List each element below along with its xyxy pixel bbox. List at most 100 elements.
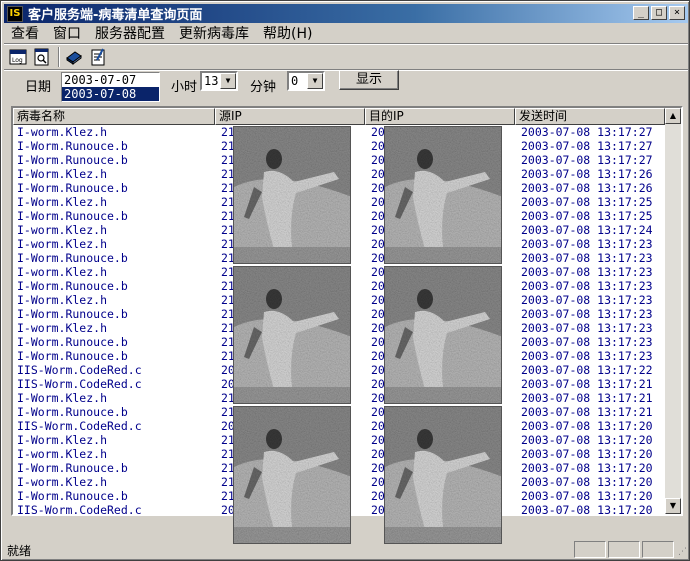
cell-send-time: 2003-07-08 13:17:23 — [521, 237, 653, 251]
overlay-photo — [384, 266, 502, 404]
cell-send-time: 2003-07-08 13:17:26 — [521, 181, 653, 195]
cell-virus-name: I-Worm.Runouce.b — [17, 461, 128, 475]
cell-virus-name: I-Worm.Runouce.b — [17, 489, 128, 503]
cell-send-time: 2003-07-08 13:17:20 — [521, 489, 653, 503]
cell-virus-name: I-Worm.Klez.h — [17, 433, 108, 447]
cell-send-time: 2003-07-08 13:17:20 — [521, 419, 653, 433]
menu-view[interactable]: 查看 — [4, 23, 46, 43]
menu-update-virus-db[interactable]: 更新病毒库 — [172, 23, 256, 43]
chevron-down-icon[interactable]: ▼ — [307, 73, 323, 89]
cell-virus-name: I-Worm.Runouce.b — [17, 279, 128, 293]
cell-send-time: 2003-07-08 13:17:23 — [521, 321, 653, 335]
hour-value: 13 — [204, 74, 219, 88]
status-text: 就绪 — [7, 544, 32, 558]
menu-window[interactable]: 窗口 — [46, 23, 88, 43]
overlay-photo — [384, 126, 502, 264]
chevron-down-icon[interactable]: ▼ — [220, 73, 236, 89]
cell-virus-name: I-worm.Klez.h — [17, 447, 108, 461]
cell-send-time: 2003-07-08 13:17:27 — [521, 153, 653, 167]
toolbar-divider — [58, 47, 60, 67]
hour-label: 小时 — [171, 80, 198, 95]
cell-virus-name: I-worm.Klez.h — [17, 265, 108, 279]
log-icon[interactable]: Log — [7, 46, 29, 68]
cell-send-time: 2003-07-08 13:17:23 — [521, 307, 653, 321]
date-listbox[interactable]: 2003-07-07 2003-07-08 — [61, 72, 160, 102]
cell-virus-name: IIS-Worm.CodeRed.c — [17, 377, 142, 391]
notepad-icon[interactable] — [87, 46, 109, 68]
date-option[interactable]: 2003-07-07 — [62, 73, 159, 87]
overlay-photo — [384, 406, 502, 544]
status-panel — [574, 541, 606, 558]
menu-bar: 查看 窗口 服务器配置 更新病毒库 帮助(H) — [4, 23, 688, 43]
cell-send-time: 2003-07-08 13:17:23 — [521, 349, 653, 363]
column-header-virus-name[interactable]: 病毒名称 — [13, 108, 215, 125]
minute-value: 0 — [291, 74, 299, 88]
cell-virus-name: I-worm.Klez.h — [17, 321, 108, 335]
cell-virus-name: I-Worm.Klez.h — [17, 391, 108, 405]
cell-send-time: 2003-07-08 13:17:22 — [521, 363, 653, 377]
cell-virus-name: I-worm.Klez.h — [17, 223, 108, 237]
book-icon[interactable] — [63, 46, 85, 68]
close-button[interactable]: × — [669, 6, 685, 20]
cell-virus-name: IIS-Worm.CodeRed.c — [17, 503, 142, 516]
search-doc-icon[interactable] — [31, 46, 53, 68]
cell-virus-name: I-Worm.Runouce.b — [17, 405, 128, 419]
cell-send-time: 2003-07-08 13:17:24 — [521, 223, 653, 237]
cell-virus-name: I-Worm.Runouce.b — [17, 349, 128, 363]
overlay-photo — [233, 266, 351, 404]
hour-select[interactable]: 13 ▼ — [200, 71, 238, 91]
column-header-dest-ip[interactable]: 目的IP — [365, 108, 515, 125]
status-panel — [642, 541, 674, 558]
overlay-photo — [233, 406, 351, 544]
list-header: 病毒名称 源IP 目的IP 发送时间 — [13, 108, 665, 125]
overlay-photo — [233, 126, 351, 264]
minute-select[interactable]: 0 ▼ — [287, 71, 325, 91]
cell-virus-name: IIS-Worm.CodeRed.c — [17, 419, 142, 433]
cell-send-time: 2003-07-08 13:17:20 — [521, 475, 653, 489]
app-icon: IS — [7, 5, 23, 22]
cell-send-time: 2003-07-08 13:17:23 — [521, 335, 653, 349]
cell-virus-name: I-Worm.Runouce.b — [17, 209, 128, 223]
show-button[interactable]: 显示 — [339, 70, 399, 90]
scroll-up-button[interactable]: ▲ — [665, 108, 681, 124]
status-panel — [608, 541, 640, 558]
cell-send-time: 2003-07-08 13:17:21 — [521, 405, 653, 419]
scroll-down-button[interactable]: ▼ — [665, 498, 681, 514]
column-header-source-ip[interactable]: 源IP — [215, 108, 365, 125]
window-controls: _ □ × — [631, 6, 685, 20]
status-bar: 就绪 ⋰ — [4, 541, 688, 559]
cell-send-time: 2003-07-08 13:17:23 — [521, 265, 653, 279]
date-option-selected[interactable]: 2003-07-08 — [62, 87, 159, 101]
date-label: 日期 — [25, 80, 52, 95]
toolbar: Log — [7, 45, 111, 69]
vertical-scrollbar[interactable]: ▲ ▼ — [665, 108, 681, 514]
title-bar[interactable]: IS 客户服务端-病毒清单查询页面 _ □ × — [4, 4, 688, 23]
resize-grip-icon[interactable]: ⋰ — [673, 545, 687, 559]
cell-send-time: 2003-07-08 13:17:23 — [521, 293, 653, 307]
cell-send-time: 2003-07-08 13:17:20 — [521, 447, 653, 461]
cell-send-time: 2003-07-08 13:17:25 — [521, 195, 653, 209]
cell-virus-name: I-Worm.Runouce.b — [17, 153, 128, 167]
menu-server-config[interactable]: 服务器配置 — [88, 23, 172, 43]
cell-virus-name: I-Worm.Runouce.b — [17, 181, 128, 195]
minimize-button[interactable]: _ — [633, 6, 649, 20]
cell-virus-name: I-Worm.Klez.h — [17, 167, 108, 181]
cell-virus-name: I-Worm.Klez.h — [17, 293, 108, 307]
menu-help[interactable]: 帮助(H) — [256, 23, 319, 43]
cell-virus-name: I-Worm.Runouce.b — [17, 307, 128, 321]
window-title: 客户服务端-病毒清单查询页面 — [28, 8, 203, 23]
cell-send-time: 2003-07-08 13:17:23 — [521, 251, 653, 265]
log-icon-text: Log — [12, 57, 23, 64]
cell-send-time: 2003-07-08 13:17:20 — [521, 461, 653, 475]
main-window: IS 客户服务端-病毒清单查询页面 _ □ × 查看 窗口 服务器配置 更新病毒… — [0, 0, 690, 561]
cell-send-time: 2003-07-08 13:17:27 — [521, 125, 653, 139]
maximize-button[interactable]: □ — [651, 6, 667, 20]
cell-virus-name: IIS-Worm.CodeRed.c — [17, 363, 142, 377]
cell-virus-name: I-Worm.Runouce.b — [17, 139, 128, 153]
column-header-send-time[interactable]: 发送时间 — [515, 108, 665, 125]
cell-send-time: 2003-07-08 13:17:27 — [521, 139, 653, 153]
cell-send-time: 2003-07-08 13:17:20 — [521, 433, 653, 447]
cell-virus-name: I-Worm.Klez.h — [17, 195, 108, 209]
minute-label: 分钟 — [250, 80, 277, 95]
cell-send-time: 2003-07-08 13:17:20 — [521, 503, 653, 516]
